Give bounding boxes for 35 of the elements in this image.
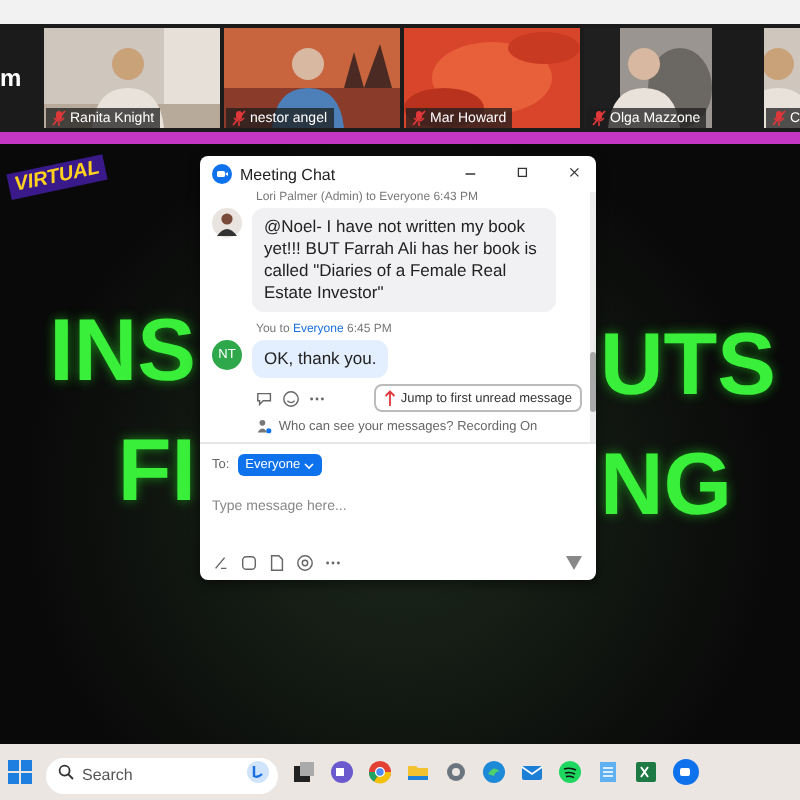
event-badge: VIRTUAL [6,154,108,200]
emoji-icon[interactable] [282,389,300,407]
browser-icon[interactable] [368,760,392,784]
file-icon[interactable] [268,553,286,571]
format-icon[interactable] [212,553,230,571]
folder-icon[interactable] [406,760,430,784]
caret-icon [304,461,315,469]
close-icon[interactable] [568,166,584,182]
search-field[interactable]: Search [46,757,278,793]
spreadsheet-icon[interactable] [634,760,658,784]
video-call-icon[interactable] [330,760,354,784]
up-arrow-icon [384,390,397,406]
at-icon[interactable] [296,553,314,571]
app-logo-icon [212,164,232,184]
mail-icon[interactable] [520,760,544,784]
window-title: Meeting Chat [240,165,338,183]
task-view-icon[interactable] [292,760,316,784]
search-icon [58,764,74,780]
message-bubble: @Noel- I have not written my book yet!!! BUT Farrah Ali has her book is called "Diaries of a Female Real Estate Investor" [252,208,556,312]
meeting-label: m [0,64,24,92]
slide-title: UTS [598,320,778,412]
screenshot-icon[interactable] [240,553,258,571]
maximize-icon[interactable] [516,166,532,182]
slide-title: INS [47,306,198,398]
person-icon [256,418,273,434]
reply-icon[interactable] [256,389,274,407]
video-app-icon[interactable] [672,758,700,786]
scrollbar[interactable] [590,352,596,412]
send-icon[interactable] [564,552,584,572]
browser-icon[interactable] [482,760,506,784]
message-bubble: OK, thank you. [252,340,389,378]
start-icon[interactable] [8,760,32,784]
music-icon[interactable] [558,760,582,784]
slide-title: NG [598,440,734,532]
slide-title: FI [115,426,198,518]
